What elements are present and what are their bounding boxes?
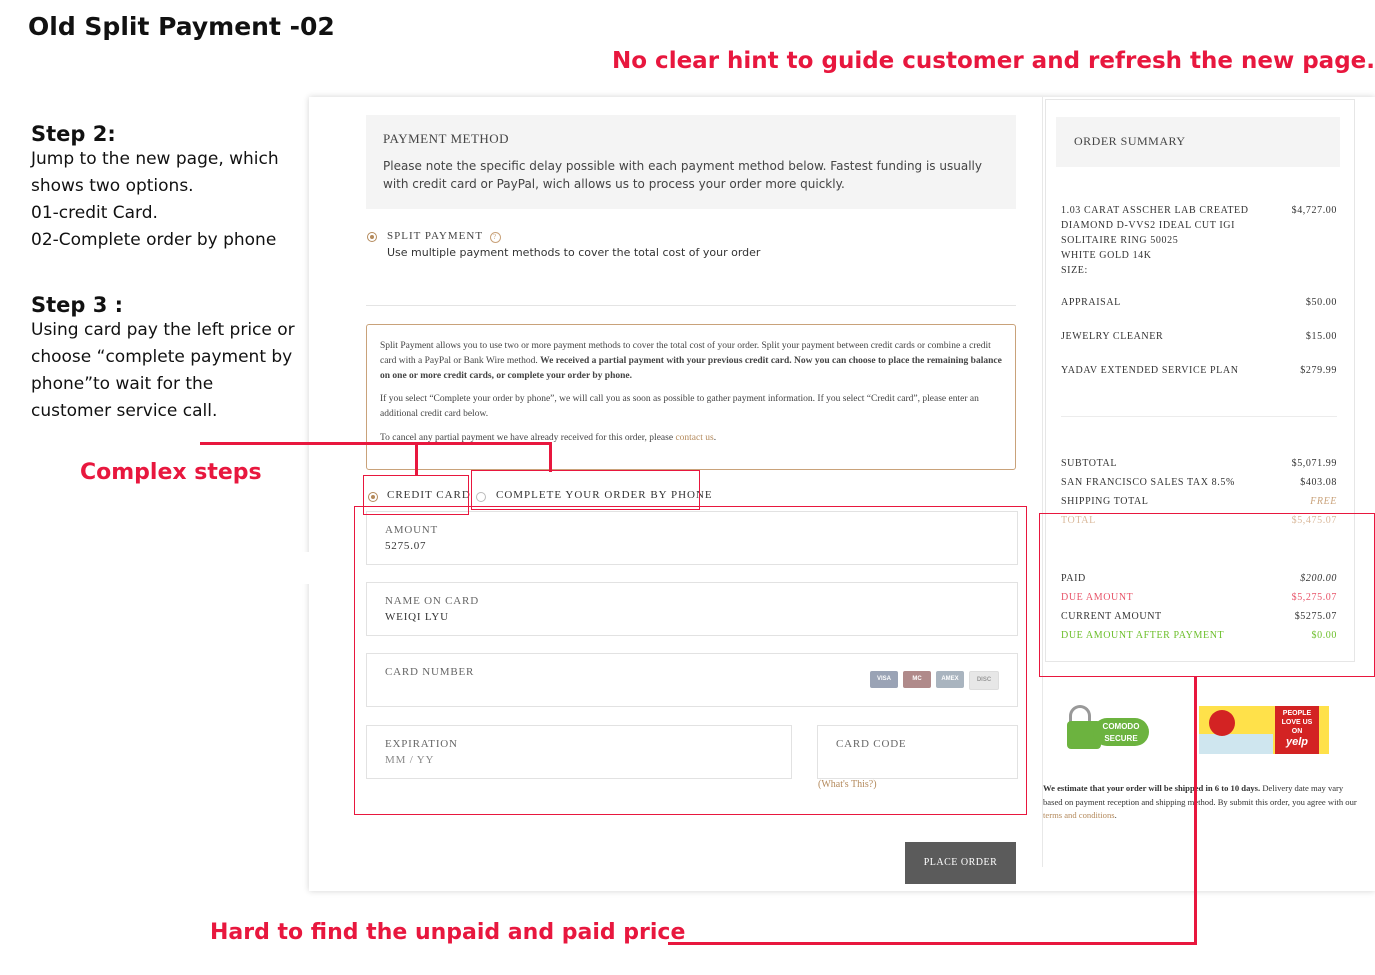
callout-line: [668, 942, 1197, 945]
complex-steps-callout: Complex steps: [80, 460, 262, 485]
comodo-line: SECURE: [1104, 734, 1138, 743]
product-line: DIAMOND D-VVS2 IDEAL CUT IGI: [1061, 220, 1236, 231]
product-price: $4,727.00: [1291, 205, 1337, 216]
step2-title: Step 2:: [31, 122, 116, 146]
split-info-box: Split Payment allows you to use two or m…: [366, 324, 1016, 470]
contact-us-link[interactable]: contact us: [675, 433, 713, 443]
callout-line: [415, 442, 418, 475]
comodo-label: COMODO SECURE: [1093, 718, 1149, 746]
callout-line: [200, 442, 552, 445]
info-paragraph-2: If you select “Complete your order by ph…: [380, 394, 979, 419]
product-line: SOLITAIRE RING 50025: [1061, 235, 1179, 246]
shipping-label: SHIPPING TOTAL: [1061, 496, 1149, 507]
yelp-line: ON: [1291, 728, 1303, 735]
addon-price: $15.00: [1305, 331, 1337, 342]
column-divider: [1042, 97, 1043, 867]
yelp-badge-background: [1199, 734, 1273, 754]
addon-items: APPRAISAL $50.00 JEWELRY CLEANER $15.00 YA…: [1061, 297, 1337, 377]
yelp-line: LOVE US: [1281, 719, 1313, 726]
step3-title: Step 3 :: [31, 293, 124, 317]
yelp-logo: yelp: [1285, 736, 1308, 748]
delivery-estimate: We estimate that your order will be ship…: [1043, 782, 1359, 823]
top-hint-annotation: No clear hint to guide customer and refr…: [612, 48, 1375, 74]
step2-line: 01-credit Card.: [31, 203, 158, 223]
addon-price: $279.99: [1300, 365, 1337, 376]
terms-link[interactable]: terms and conditions: [1043, 810, 1115, 820]
delivery-end: .: [1114, 810, 1117, 820]
phone-option-highlight: [471, 470, 700, 510]
payment-method-heading: PAYMENT METHOD: [383, 131, 510, 146]
tax-value: $403.08: [1300, 477, 1337, 488]
callout-line: [549, 442, 552, 472]
place-order-button[interactable]: PLACE ORDER: [905, 842, 1016, 884]
product-line: WHITE GOLD 14K: [1061, 250, 1152, 261]
payment-method-note: Please note the specific delay possible …: [383, 159, 982, 191]
step3-line: phone”to wait for the: [31, 374, 214, 394]
product-line: SIZE:: [1061, 265, 1088, 276]
step2-annotation: Step 2: Jump to the new page, which show…: [31, 122, 279, 254]
yelp-badge: PEOPLE LOVE US ON yelp: [1199, 706, 1329, 754]
step3-line: Using card pay the left price or: [31, 320, 295, 340]
payment-method-box: PAYMENT METHOD Please note the specific …: [366, 115, 1016, 209]
delivery-bold: We estimate that your order will be ship…: [1043, 783, 1261, 793]
yelp-tag: PEOPLE LOVE US ON yelp: [1275, 706, 1319, 754]
question-circle-icon[interactable]: ?: [489, 232, 501, 243]
payment-status-highlight: [1039, 513, 1375, 677]
info-paragraph-1: Split Payment allows you to use two or m…: [380, 339, 1004, 384]
addon-label: APPRAISAL: [1061, 297, 1121, 308]
step2-line: Jump to the new page, which: [31, 149, 279, 169]
split-payment-title: SPLIT PAYMENT ?: [387, 230, 501, 243]
step2-line: 02-Complete order by phone: [31, 230, 277, 250]
gap-artifact: [300, 552, 353, 584]
addon-label: JEWELRY CLEANER: [1061, 331, 1164, 342]
card-form-highlight: [354, 506, 1027, 815]
comodo-secure-badge: COMODO SECURE: [1065, 701, 1151, 753]
addon-price: $50.00: [1305, 297, 1337, 308]
order-summary-header: ORDER SUMMARY: [1056, 117, 1340, 167]
step3-line: choose “complete payment by: [31, 347, 293, 367]
order-summary-heading: ORDER SUMMARY: [1074, 134, 1186, 148]
comodo-line: COMODO: [1102, 722, 1140, 731]
info-text: .: [713, 433, 717, 443]
product-item: 1.03 CARAT ASSCHER LAB CREATED DIAMOND D…: [1061, 203, 1337, 283]
yelp-line: PEOPLE: [1282, 710, 1312, 717]
subtotal-value: $5,071.99: [1291, 458, 1337, 469]
split-payment-description: Use multiple payment methods to cover th…: [387, 246, 761, 259]
subtotal-label: SUBTOTAL: [1061, 458, 1118, 469]
split-payment-label: SPLIT PAYMENT: [387, 230, 483, 242]
callout-line: [1194, 677, 1197, 945]
split-payment-radio[interactable]: [367, 232, 377, 242]
tax-label: SAN FRANCISCO SALES TAX 8.5%: [1061, 477, 1235, 488]
hard-to-find-callout: Hard to find the unpaid and paid price: [210, 920, 686, 945]
yelp-burst-icon: [1209, 710, 1235, 736]
document-title: Old Split Payment -02: [28, 12, 335, 41]
divider: [1061, 416, 1337, 417]
step3-line: customer service call.: [31, 401, 218, 421]
addon-label: YADAV EXTENDED SERVICE PLAN: [1061, 365, 1239, 376]
step2-line: shows two options.: [31, 176, 194, 196]
divider: [366, 305, 1016, 306]
step3-annotation: Step 3 : Using card pay the left price o…: [31, 293, 295, 425]
shipping-value: FREE: [1310, 496, 1337, 507]
